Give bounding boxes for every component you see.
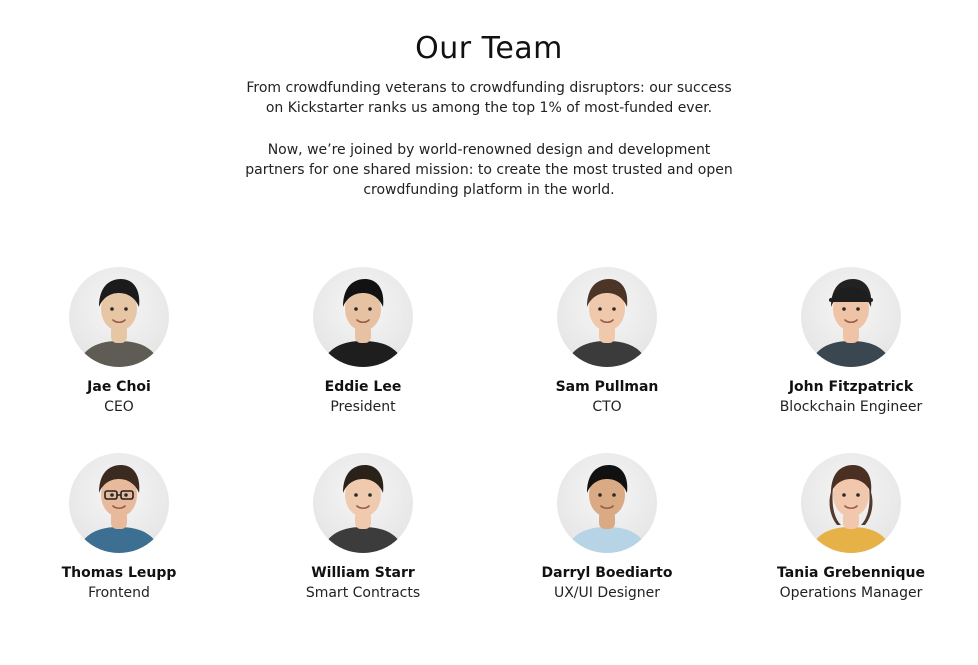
team-member-john-fitzpatrick: John Fitzpatrick Blockchain Engineer	[741, 267, 961, 417]
member-name: John Fitzpatrick	[788, 379, 914, 395]
member-role: UX/UI Designer	[553, 585, 661, 601]
team-member-sam-pullman: Sam Pullman CTO	[497, 267, 717, 417]
member-name: Sam Pullman	[555, 379, 659, 395]
member-role: Blockchain Engineer	[779, 399, 923, 415]
member-role: Smart Contracts	[305, 585, 421, 601]
member-name: Eddie Lee	[324, 379, 402, 395]
avatar-photo	[69, 267, 169, 367]
portrait-photo-icon	[321, 465, 405, 553]
member-role: Frontend	[88, 585, 150, 601]
avatar-photo	[557, 453, 657, 553]
avatar-photo	[313, 267, 413, 367]
portrait-photo-icon	[77, 279, 161, 367]
team-member-darryl-boediarto: Darryl Boediarto UX/UI Designer	[497, 453, 717, 603]
portrait-photo-icon	[809, 465, 893, 553]
avatar-photo	[313, 453, 413, 553]
member-role: President	[330, 399, 396, 415]
member-name: Thomas Leupp	[61, 565, 177, 581]
portrait-photo-icon	[321, 279, 405, 367]
member-role: CTO	[592, 399, 622, 415]
portrait-photo-icon	[809, 279, 893, 367]
portrait-photo-icon	[565, 279, 649, 367]
member-role: Operations Manager	[779, 585, 923, 601]
team-grid: Jae Choi CEO Eddie Lee President Sam Pul…	[0, 0, 978, 665]
team-member-william-starr: William Starr Smart Contracts	[253, 453, 473, 603]
member-name: Jae Choi	[87, 379, 151, 395]
member-name: Tania Grebennique	[777, 565, 925, 581]
team-member-eddie-lee: Eddie Lee President	[253, 267, 473, 417]
portrait-photo-icon	[565, 465, 649, 553]
avatar-photo	[801, 267, 901, 367]
avatar-photo	[557, 267, 657, 367]
member-role: CEO	[104, 399, 134, 415]
team-member-tania-grebennique: Tania Grebennique Operations Manager	[741, 453, 961, 603]
avatar-photo	[801, 453, 901, 553]
team-member-thomas-leupp: Thomas Leupp Frontend	[9, 453, 229, 603]
member-name: Darryl Boediarto	[541, 565, 673, 581]
team-member-jae-choi: Jae Choi CEO	[9, 267, 229, 417]
avatar-photo	[69, 453, 169, 553]
member-name: William Starr	[311, 565, 415, 581]
portrait-photo-icon	[77, 465, 161, 553]
